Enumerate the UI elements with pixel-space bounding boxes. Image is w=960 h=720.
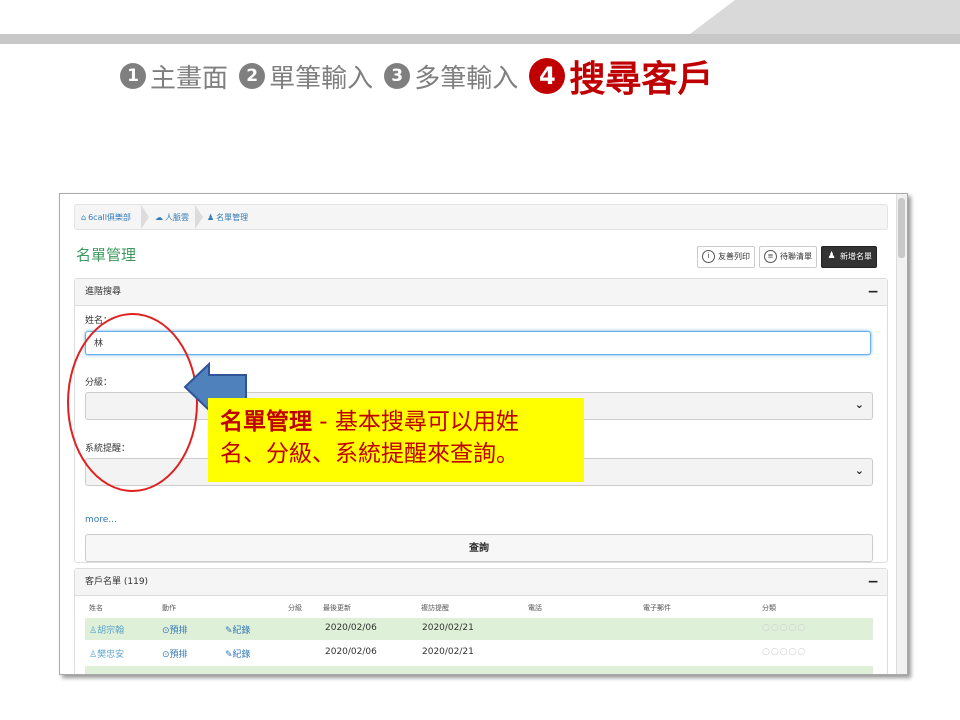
column-header[interactable]: 電話 xyxy=(528,603,542,613)
breadcrumb: ⌂ 6call俱樂部 ☁ 人脈雲 ♟ 名單管理 xyxy=(74,204,888,230)
column-header[interactable]: 姓名 xyxy=(89,603,103,613)
chevron-down-icon: ⌄ xyxy=(854,398,864,411)
more-link[interactable]: more... xyxy=(85,515,117,525)
step-number: 4 xyxy=(529,58,566,94)
last-updated: 2020/02/06 xyxy=(325,623,377,633)
callout-text-line1: 基本搜尋可以用姓 xyxy=(334,409,519,435)
column-header[interactable]: 動作 xyxy=(162,603,176,613)
step-navigation: 1 主畫面 2 單筆輸入 3 多筆輸入 4 搜尋客戶 xyxy=(120,50,719,102)
contact-list-button[interactable]: ≡ 待聯清單 xyxy=(759,246,817,268)
customer-name-link[interactable]: ♙胡宗翰 xyxy=(89,623,124,636)
panel-title: 客戶名單 (119) xyxy=(85,577,149,587)
customer-name: 胡宗翰 xyxy=(97,626,125,636)
callout-title: 名單管理 xyxy=(220,409,312,435)
customer-name: 樊忠安 xyxy=(97,650,125,660)
step-label: 多筆輸入 xyxy=(414,63,519,94)
step-number: 1 xyxy=(120,63,146,89)
breadcrumb-item-cloud[interactable]: ☁ 人脈雲 xyxy=(155,212,189,223)
callout-text-line2: 名、分級、系統提醒來查詢。 xyxy=(220,441,519,467)
customer-name-link[interactable]: ♙樊忠安 xyxy=(89,647,124,660)
panel-title: 進階搜尋 xyxy=(85,287,122,297)
category-icons: ○○○○○ xyxy=(762,647,807,657)
add-list-button[interactable]: ♟ 新增名單 xyxy=(821,246,877,268)
chevron-right-icon xyxy=(141,205,149,229)
step-2: 2 單筆輸入 xyxy=(239,58,379,95)
home-icon: ⌂ xyxy=(81,213,87,222)
table-row xyxy=(85,666,873,674)
scrollbar-thumb[interactable] xyxy=(898,198,905,258)
collapse-icon[interactable]: − xyxy=(867,569,879,595)
step-3: 3 多筆輸入 xyxy=(384,58,524,95)
record-button[interactable]: ✎紀錄 xyxy=(225,647,251,660)
callout-separator: - xyxy=(312,409,335,435)
schedule-label: 預排 xyxy=(169,626,188,636)
breadcrumb-label: 6call俱樂部 xyxy=(88,213,131,222)
name-input[interactable]: 林 xyxy=(85,331,871,355)
breadcrumb-label: 名單管理 xyxy=(216,213,249,222)
table-row: ♙胡宗翰 ⊙預排 ✎紀錄 2020/02/06 2020/02/21 ○○○○○ xyxy=(85,618,873,640)
category-icons: ○○○○○ xyxy=(762,623,807,633)
column-header[interactable]: 最後更新 xyxy=(323,603,351,613)
annotation-callout: 名單管理 - 基本搜尋可以用姓名、分級、系統提醒來查詢。 xyxy=(208,398,584,482)
step-4-active: 4 搜尋客戶 xyxy=(529,50,719,102)
schedule-button[interactable]: ⊙預排 xyxy=(162,623,188,636)
record-button[interactable]: ✎紀錄 xyxy=(225,623,251,636)
record-label: 紀錄 xyxy=(232,650,251,660)
revisit-reminder: 2020/02/21 xyxy=(422,623,474,633)
collapse-icon[interactable]: − xyxy=(867,279,879,305)
breadcrumb-label: 人脈雲 xyxy=(165,213,189,222)
customer-list-panel: 客戶名單 (119) − 姓名 動作 分級 最後更新 複訪提醒 電話 電子郵件 分… xyxy=(74,568,888,674)
header-corner-shape xyxy=(690,0,960,34)
step-number: 3 xyxy=(384,63,411,89)
user-icon: ♟ xyxy=(827,251,836,261)
vertical-scrollbar[interactable] xyxy=(896,194,907,674)
add-list-button-label: 新增名單 xyxy=(840,252,872,261)
breadcrumb-item-list[interactable]: ♟ 名單管理 xyxy=(207,212,248,223)
print-icon: i xyxy=(702,250,715,263)
last-updated: 2020/02/06 xyxy=(325,647,377,657)
chevron-down-icon: ⌄ xyxy=(854,464,864,477)
print-button[interactable]: i 友善列印 xyxy=(697,246,755,268)
column-header[interactable]: 電子郵件 xyxy=(643,603,671,613)
step-label: 主畫面 xyxy=(150,63,229,94)
contact-list-button-label: 待聯清單 xyxy=(780,252,812,261)
panel-header: 進階搜尋 − xyxy=(75,279,887,306)
table-row: ♙樊忠安 ⊙預排 ✎紀錄 2020/02/06 2020/02/21 ○○○○○ xyxy=(85,642,873,664)
panel-header: 客戶名單 (119) − xyxy=(75,569,887,596)
step-label: 搜尋客戶 xyxy=(569,59,714,100)
page-title: 名單管理 xyxy=(76,246,137,264)
revisit-reminder: 2020/02/21 xyxy=(422,647,474,657)
column-header[interactable]: 分類 xyxy=(762,603,776,613)
step-number: 2 xyxy=(239,63,266,89)
print-button-label: 友善列印 xyxy=(718,252,750,261)
column-header[interactable]: 分級 xyxy=(288,603,302,613)
column-header[interactable]: 複訪提醒 xyxy=(421,603,449,613)
step-1: 1 主畫面 xyxy=(120,58,234,95)
cloud-icon: ☁ xyxy=(155,213,163,222)
chevron-right-icon xyxy=(195,205,203,229)
schedule-label: 預排 xyxy=(169,650,188,660)
highlight-circle xyxy=(67,313,198,492)
schedule-button[interactable]: ⊙預排 xyxy=(162,647,188,660)
users-icon: ♟ xyxy=(207,213,215,222)
breadcrumb-item-home[interactable]: ⌂ 6call俱樂部 xyxy=(81,212,131,223)
step-label: 單筆輸入 xyxy=(269,63,374,94)
list-icon: ≡ xyxy=(764,250,777,263)
query-button[interactable]: 查詢 xyxy=(85,534,873,562)
record-label: 紀錄 xyxy=(232,626,251,636)
